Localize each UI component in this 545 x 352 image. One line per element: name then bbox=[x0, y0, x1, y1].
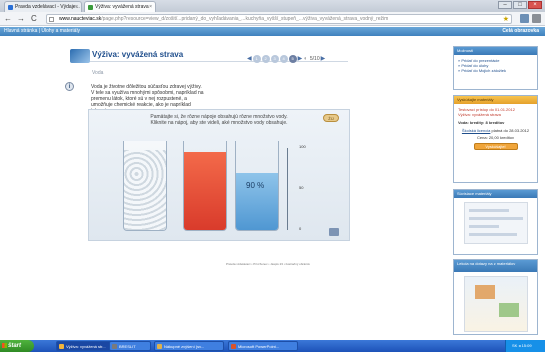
address-bar[interactable]: www.naucteviac.sk/page.php?resource=view… bbox=[46, 14, 512, 24]
reload-button[interactable]: C bbox=[31, 15, 37, 23]
prev-page-icon[interactable]: ◀ bbox=[247, 55, 252, 63]
trial-title: Vyskúšajte materiály bbox=[454, 96, 537, 104]
try-button[interactable]: Vyskúšajte! bbox=[473, 143, 518, 150]
thumb-line bbox=[468, 225, 499, 228]
minimize-icon[interactable]: – bbox=[498, 1, 512, 9]
lesson-subtitle: Voda bbox=[92, 70, 104, 76]
scale-label-0: 0 bbox=[299, 226, 302, 231]
lesson-area: Výživa: vyvážená strava Voda ◀ 1 2 3 4 5… bbox=[0, 36, 451, 338]
lesson-questions-panel: Lekcia na dotazy na z materiálov bbox=[453, 259, 538, 335]
browser-titlebar: Pravda vzdelávací - Výdaje... × Výživa: … bbox=[0, 0, 545, 12]
maximize-icon[interactable]: □ bbox=[513, 1, 527, 9]
close-icon[interactable]: × bbox=[528, 1, 542, 9]
window-controls: – □ × bbox=[498, 1, 542, 9]
drinks-stage: Pamätajte si, že rôzne nápoje obsahujú r… bbox=[88, 109, 350, 241]
thumb-line bbox=[468, 233, 517, 236]
scale-label-50: 50 bbox=[299, 185, 304, 190]
task-breslit[interactable]: BRESLIT bbox=[109, 341, 151, 351]
start-button[interactable]: štart bbox=[0, 340, 34, 352]
page-menu-icon[interactable] bbox=[520, 14, 529, 23]
task-label: Microsoft PowerPoint... bbox=[238, 344, 280, 349]
page-dot[interactable]: 1 bbox=[252, 55, 261, 63]
questions-title: Lekcia na dotazy na z materiálov bbox=[454, 260, 537, 272]
site-header: Hlavná stránka | Úlohy a materiály Celá … bbox=[0, 27, 545, 36]
questions-thumbnail[interactable] bbox=[463, 276, 528, 332]
scale-axis bbox=[287, 148, 288, 230]
url-host: www.naucteviac.sk bbox=[59, 16, 102, 22]
thumb-line bbox=[468, 217, 523, 220]
trial-body: Testovací prístup do 01.01.2012 Výživa: … bbox=[454, 104, 537, 153]
task-label: Výživa: vyvážená str... bbox=[66, 344, 106, 349]
thumb-picture bbox=[498, 303, 519, 317]
tab-label: Výživa: vyvážená strava bbox=[95, 4, 149, 10]
windows-logo-icon bbox=[2, 343, 7, 348]
liquid-fill bbox=[124, 149, 166, 230]
url-path: /page.php?resource=view_d/zošit/...prida… bbox=[101, 16, 389, 22]
related-title: Súvisiace materiály bbox=[454, 190, 537, 198]
task-icon bbox=[231, 344, 236, 349]
task-label: BRESLIT bbox=[119, 344, 136, 349]
license-valid: platná do 28.03.2012 bbox=[491, 128, 530, 133]
page-dot-active[interactable]: 5 bbox=[288, 55, 297, 63]
task-icon bbox=[112, 344, 117, 349]
stage-instruction: Pamätajte si, že rôzne nápoje obsahujú r… bbox=[150, 114, 288, 126]
trial-lesson: Výživa: vyvážená strava bbox=[458, 112, 501, 117]
forward-button[interactable]: → bbox=[17, 15, 25, 23]
lesson-title: Výživa: vyvážená strava bbox=[92, 50, 184, 59]
start-label: štart bbox=[8, 343, 22, 349]
volume-icon[interactable]: ◖ bbox=[303, 55, 307, 63]
glass-sparkling-water[interactable] bbox=[123, 141, 167, 231]
stage-help-button[interactable]: ŽIJ bbox=[323, 114, 339, 122]
next-page-icon[interactable]: ▶ bbox=[298, 55, 303, 63]
tab-pravda[interactable]: Pravda vzdelávací - Výdaje... × bbox=[4, 1, 82, 12]
task-icon bbox=[59, 344, 64, 349]
page-dot[interactable]: 4 bbox=[279, 55, 288, 63]
bookmark-star-icon[interactable]: ★ bbox=[503, 15, 509, 23]
glass-juice[interactable] bbox=[183, 141, 227, 231]
page-dot[interactable]: 3 bbox=[270, 55, 279, 63]
lesson-pager: ◀ 1 2 3 4 5 ▶ ◖ 5/10 ▶ bbox=[247, 55, 325, 63]
option-add-bookmark[interactable]: » Pridať do Mojich záložiek bbox=[458, 68, 533, 73]
task-nakup[interactable]: Nákupné zvýšení (sv... bbox=[154, 341, 224, 351]
water-percent: 90 % bbox=[246, 181, 265, 190]
info-icon[interactable]: i bbox=[65, 82, 74, 91]
thumb-line bbox=[468, 209, 509, 212]
back-button[interactable]: ← bbox=[4, 15, 12, 23]
tab-close-icon[interactable]: × bbox=[75, 2, 78, 12]
school-license-link[interactable]: Školská licencia bbox=[462, 128, 490, 133]
related-thumbnail[interactable] bbox=[463, 202, 528, 244]
tab-favicon-icon bbox=[8, 5, 13, 10]
scale-label-100: 100 bbox=[299, 144, 306, 149]
trial-panel: Vyskúšajte materiály Testovací prístup d… bbox=[453, 95, 538, 183]
wrench-icon[interactable] bbox=[532, 14, 541, 23]
trial-credits: Voda: kredity: 8 kreditov bbox=[458, 120, 505, 125]
tab-label: Pravda vzdelávací - Výdaje... bbox=[15, 4, 80, 10]
page-icon bbox=[49, 17, 54, 22]
tab-close-icon[interactable]: × bbox=[149, 2, 152, 12]
thumb-picture bbox=[474, 285, 495, 299]
related-panel: Súvisiace materiály bbox=[453, 189, 538, 255]
speaker-icon[interactable] bbox=[329, 228, 339, 236]
options-panel: Možnosti » Pridať do prezentácie » Prida… bbox=[453, 46, 538, 90]
browser-toolbar: ← → C www.naucteviac.sk/page.php?resourc… bbox=[0, 12, 545, 26]
task-label: Nákupné zvýšení (sv... bbox=[164, 344, 205, 349]
taskbar: štart Výživa: vyvážená str... BRESLIT Ná… bbox=[0, 340, 545, 352]
lesson-logo-icon bbox=[70, 49, 90, 63]
glass-water[interactable]: 90 % bbox=[235, 141, 279, 231]
trial-price: Cena: 20,00 kreditov bbox=[477, 135, 514, 140]
page-dot[interactable]: 2 bbox=[261, 55, 270, 63]
toolbar-right bbox=[520, 14, 541, 23]
breadcrumb[interactable]: Hlavná stránka | Úlohy a materiály bbox=[4, 28, 80, 34]
options-title: Možnosti bbox=[454, 47, 537, 55]
fullscreen-link[interactable]: Celá obrazovka bbox=[502, 27, 539, 36]
system-tray: SK ◂ 15:09 bbox=[505, 340, 545, 352]
lesson-footer: Pravda vzdelávací • Prívrženec • Jaspis … bbox=[226, 262, 310, 266]
task-powerpoint[interactable]: Microsoft PowerPoint... bbox=[228, 341, 298, 351]
liquid-fill bbox=[184, 151, 226, 230]
tab-favicon-icon bbox=[88, 5, 93, 10]
task-icon bbox=[157, 344, 162, 349]
tab-vyziva[interactable]: Výživa: vyvážená strava × bbox=[84, 1, 156, 12]
page-count: 5/10 bbox=[309, 56, 320, 62]
next-slide-icon[interactable]: ▶ bbox=[321, 55, 326, 63]
